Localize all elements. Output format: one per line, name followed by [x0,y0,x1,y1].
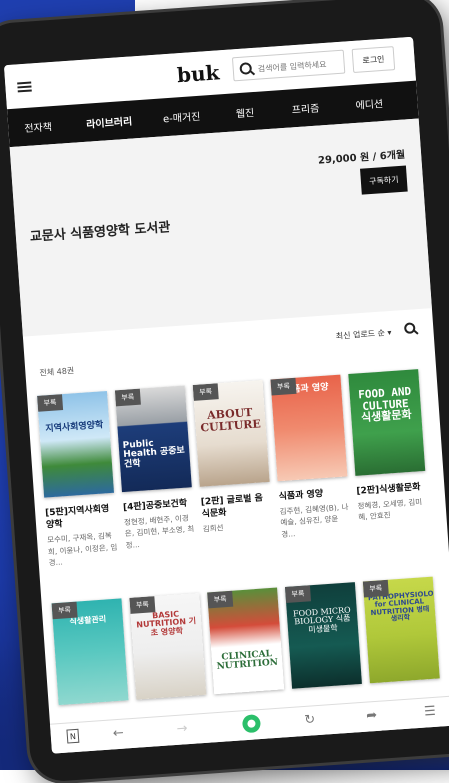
book-card[interactable]: PATHOPHYSIOLOGY for CLINICAL NUTRITION 병… [362,576,440,684]
nav-library[interactable]: 라이브러리 [86,113,133,131]
book-card[interactable]: BASIC NUTRITION 기초 영양학 부록 [129,592,207,700]
nav-prism[interactable]: 프리즘 [291,99,319,116]
book-card[interactable]: 식품과 영양 부록 식품과 영양 김주현, 김혜영(B), 나예슬, 심유진, … [270,374,351,540]
book-count: 전체 48권 [39,366,75,378]
book-cover[interactable]: 지역사회영양학 부록 [37,390,115,498]
search-input[interactable] [255,53,347,78]
book-card[interactable]: FOOD AND CULTURE 식생활문화 [2판]식생활문화 정혜경, 오세… [348,369,428,523]
subscription-price: 29,000 원 / 6개월 [317,149,406,167]
book-card[interactable]: CLINICAL NUTRITION 부록 [207,587,285,695]
list-search-icon[interactable] [403,322,416,335]
supplement-badge: 부록 [192,383,219,401]
supplement-badge: 부록 [51,601,78,620]
book-authors: 김주현, 김혜영(B), 나예슬, 심유진, 양윤경... [279,502,349,539]
book-cover[interactable]: PATHOPHYSIOLOGY for CLINICAL NUTRITION 병… [362,576,440,684]
book-card[interactable]: Public Health 공중보건학 부록 [4판]공중보건학 정현정, 배현… [114,385,196,551]
book-cover[interactable]: ABOUT CULTURE 부록 [192,380,270,487]
book-authors: 정혜경, 오세영, 김미혜, 안효진 [357,497,423,523]
back-arrow-icon[interactable]: ← [112,726,124,742]
book-title[interactable]: 식품과 영양 [278,486,349,503]
search-icon[interactable] [239,62,253,75]
naver-n-icon[interactable]: N [66,728,80,744]
book-title[interactable]: [5판]지역사회영양학 [45,503,117,532]
cover-title: Public Health 공중보건학 [122,438,186,470]
tablet-device: buk 로그인 전자책 라이브러리 e-매거진 웹진 프리즘 에디션 29,00… [0,0,449,783]
book-card[interactable]: 지역사회영양학 부록 [5판]지역사회영양학 모수미, 구재옥, 김복희, 이윤… [37,390,119,568]
cover-title: 지역사회영양학 [45,420,104,435]
supplement-badge: 부록 [129,596,156,614]
search-box[interactable] [231,49,347,82]
supplement-badge: 부록 [285,585,311,603]
supplement-badge: 부록 [114,388,141,407]
supplement-badge: 부록 [37,394,64,412]
supplement-badge: 부록 [270,377,297,396]
forward-arrow-icon[interactable]: → [176,721,188,737]
book-cover[interactable]: FOOD AND CULTURE 식생활문화 [348,369,426,476]
tablet-screen: buk 로그인 전자책 라이브러리 e-매거진 웹진 프리즘 에디션 29,00… [3,36,449,754]
book-title[interactable]: [2판] 글로벌 음식문화 [200,492,272,521]
book-card[interactable]: FOOD MICRO BIOLOGY 식품미생물학 부록 [285,582,362,689]
book-title[interactable]: [2판]식생활문화 [356,481,427,498]
book-cover[interactable]: BASIC NUTRITION 기초 영양학 부록 [129,592,207,700]
supplement-badge: 부록 [207,590,234,609]
book-authors: 정현정, 배현주, 이경은, 김미현, 부소영, 최정... [123,513,195,550]
hamburger-menu-icon[interactable] [17,81,32,93]
browser-bottom-bar: N ← → ↻ ➦ ☰ [49,695,449,754]
book-title[interactable]: [4판]공중보건학 [123,497,194,514]
cover-title: BASIC NUTRITION 기초 영양학 [136,609,197,638]
library-banner: 29,000 원 / 6개월 구독하기 교문사 식품영양학 도서관 [9,118,432,337]
nav-webzine[interactable]: 웹진 [235,104,255,120]
home-icon[interactable] [241,714,262,734]
subscribe-button[interactable]: 구독하기 [360,165,408,195]
site-logo[interactable]: buk [176,60,220,87]
book-cover[interactable]: CLINICAL NUTRITION 부록 [207,587,285,695]
share-icon[interactable]: ➦ [366,708,378,724]
book-card[interactable]: ABOUT CULTURE 부록 [2판] 글로벌 음식문화 김희선 [192,380,273,535]
library-title: 교문사 식품영양학 도서관 [29,220,171,245]
nav-emagazine[interactable]: e-매거진 [162,108,201,126]
cover-title: FOOD AND CULTURE 식생활문화 [357,384,413,425]
sort-dropdown[interactable]: 최신 업로드 순 ▾ [335,327,392,342]
supplement-badge: 부록 [362,579,389,598]
login-button[interactable]: 로그인 [351,46,396,73]
nav-ebook[interactable]: 전자책 [24,118,52,135]
book-card[interactable]: 식생활관리 부록 [51,598,129,706]
cover-title: ABOUT CULTURE [199,405,262,435]
book-cover[interactable]: 식생활관리 부록 [51,598,129,706]
refresh-icon[interactable]: ↻ [304,712,316,728]
book-authors: 김희선 [202,523,224,534]
menu-icon[interactable]: ☰ [424,704,437,720]
book-cover[interactable]: Public Health 공중보건학 부록 [114,385,192,493]
book-cover[interactable]: FOOD MICRO BIOLOGY 식품미생물학 부록 [285,582,362,689]
cover-title: CLINICAL NUTRITION [216,649,279,673]
nav-edition[interactable]: 에디션 [355,95,383,112]
cover-title: FOOD MICRO BIOLOGY 식품미생물학 [292,605,351,635]
book-cover[interactable]: 식품과 영양 부록 [270,374,348,482]
book-authors: 모수미, 구재옥, 김복희, 이윤나, 이정은, 임경... [46,531,118,568]
